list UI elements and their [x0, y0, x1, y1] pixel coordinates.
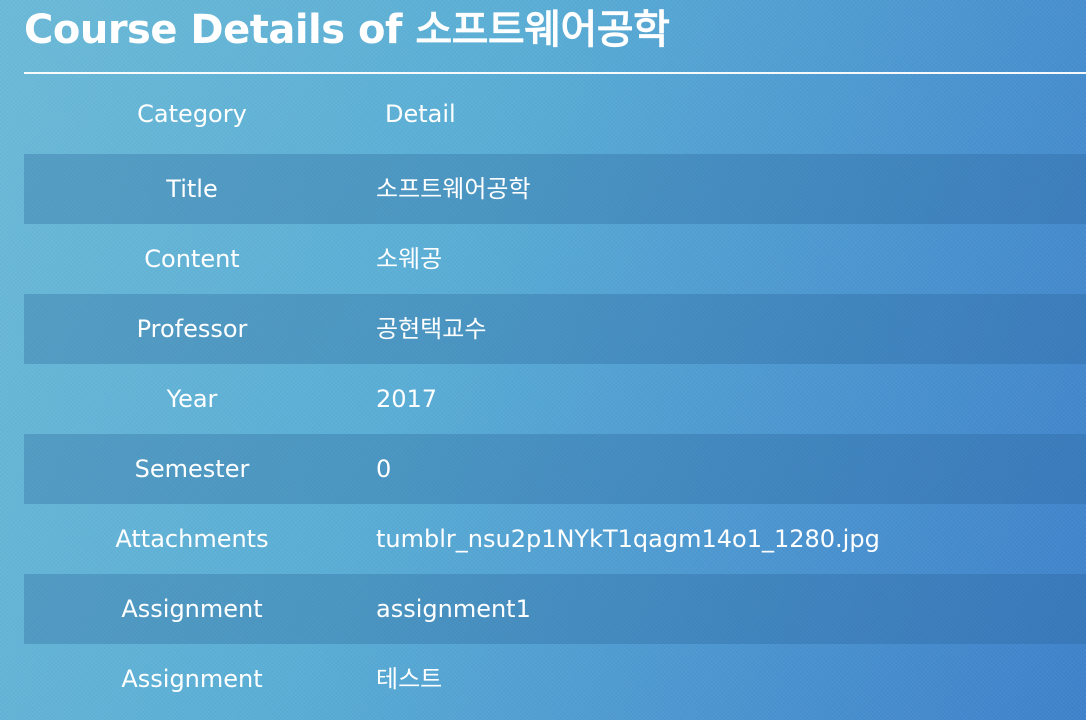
row-detail: 2017: [376, 385, 438, 413]
row-category: Content: [144, 245, 240, 273]
table-row-semester: Semester 0: [24, 434, 1086, 504]
header-category: Category: [137, 100, 247, 128]
row-detail: 소프트웨어공학: [376, 175, 531, 203]
row-detail: 소웨공: [376, 245, 443, 273]
row-category: Title: [166, 175, 218, 203]
table-row-assignment: Assignment 테스트: [24, 644, 1086, 714]
page-title: Course Details of 소프트웨어공학: [24, 7, 670, 53]
table-row-content: Content 소웨공: [24, 224, 1086, 294]
course-details-table: Category Detail Title 소프트웨어공학 Content 소웨…: [24, 84, 1086, 714]
table-row-attachments: Attachments tumblr_nsu2p1NYkT1qagm14o1_1…: [24, 504, 1086, 574]
table-row-professor: Professor 공현택교수: [24, 294, 1086, 364]
table-row-title: Title 소프트웨어공학: [24, 154, 1086, 224]
assignment-link[interactable]: 테스트: [360, 663, 1086, 695]
row-category: Year: [166, 385, 218, 413]
header-detail: Detail: [385, 100, 456, 128]
course-details-page: Course Details of 소프트웨어공학 Category Detai…: [0, 0, 1086, 720]
row-detail: 공현택교수: [376, 315, 487, 343]
attachment-link[interactable]: tumblr_nsu2p1NYkT1qagm14o1_1280.jpg: [360, 523, 1086, 555]
row-category: Assignment: [121, 595, 263, 623]
table-header-row: Category Detail: [24, 84, 1086, 154]
assignment-link[interactable]: assignment1: [360, 593, 1086, 625]
row-detail: 0: [376, 455, 392, 483]
row-category: Professor: [136, 315, 248, 343]
row-category: Semester: [134, 455, 250, 483]
table-row-assignment: Assignment assignment1: [24, 574, 1086, 644]
row-category: Attachments: [115, 525, 269, 553]
row-category: Assignment: [121, 665, 263, 693]
table-row-year: Year 2017: [24, 364, 1086, 434]
title-divider: [24, 72, 1086, 74]
